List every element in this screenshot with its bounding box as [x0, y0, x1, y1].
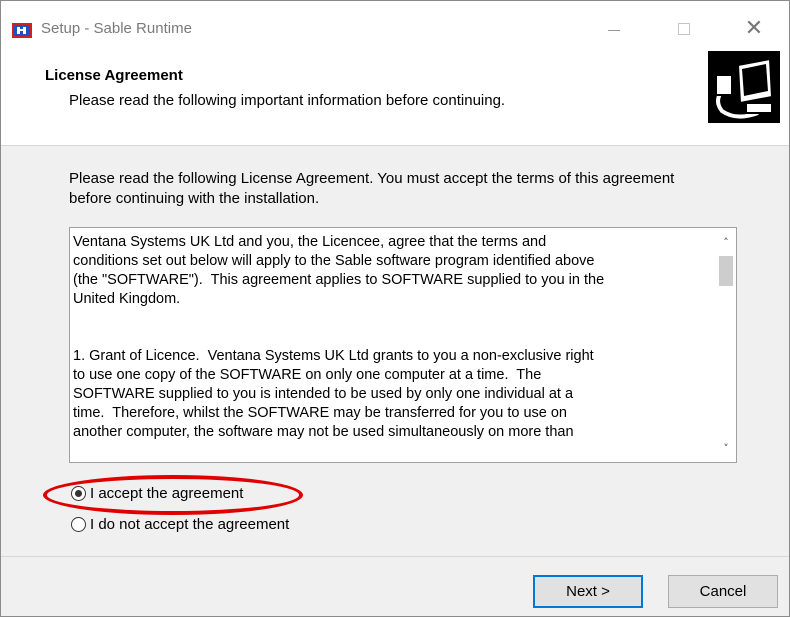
accept-option[interactable]: I accept the agreement: [71, 485, 243, 502]
minimize-button[interactable]: [591, 9, 637, 43]
minimize-icon: [608, 29, 620, 31]
accept-radio[interactable]: [71, 486, 86, 501]
page-subtitle: Please read the following important info…: [69, 92, 506, 109]
computer-setup-icon: [708, 51, 780, 123]
window-title: Setup - Sable Runtime: [41, 20, 192, 37]
wizard-header: License Agreement Please read the follow…: [1, 43, 789, 146]
setup-window: Setup - Sable Runtime ✕ License Agreemen…: [0, 0, 790, 617]
page-title: License Agreement: [45, 67, 183, 84]
decline-radio[interactable]: [71, 517, 86, 532]
license-scrollbar[interactable]: ˄ ˅: [716, 228, 736, 462]
title-bar: Setup - Sable Runtime ✕: [1, 1, 789, 43]
scroll-down-icon[interactable]: ˅: [716, 438, 736, 458]
maximize-button[interactable]: [661, 9, 707, 43]
maximize-icon: [678, 23, 690, 35]
next-button[interactable]: Next >: [533, 575, 643, 608]
decline-option[interactable]: I do not accept the agreement: [71, 516, 289, 533]
cancel-button[interactable]: Cancel: [668, 575, 778, 608]
scroll-up-icon[interactable]: ˄: [716, 232, 736, 252]
close-button[interactable]: ✕: [731, 9, 777, 43]
scroll-thumb[interactable]: [719, 256, 733, 286]
setup-app-icon: [12, 23, 32, 38]
license-text: Ventana Systems UK Ltd and you, the Lice…: [73, 234, 605, 440]
footer-divider: [1, 556, 789, 557]
close-icon: ✕: [744, 15, 764, 41]
license-instructions: Please read the following License Agreem…: [69, 170, 675, 207]
license-text-box[interactable]: Ventana Systems UK Ltd and you, the Lice…: [69, 227, 737, 463]
accept-label[interactable]: I accept the agreement: [90, 485, 243, 502]
decline-label[interactable]: I do not accept the agreement: [90, 516, 289, 533]
